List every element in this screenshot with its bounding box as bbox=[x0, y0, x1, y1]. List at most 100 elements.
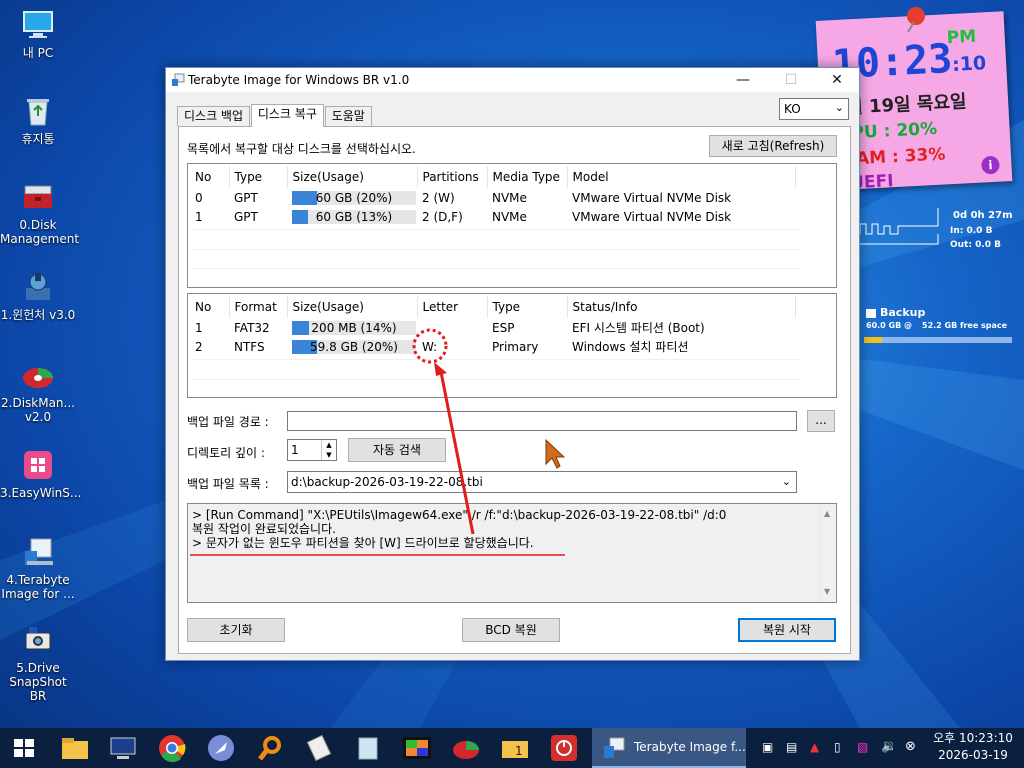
drive-icon bbox=[866, 309, 876, 318]
toolbox-icon bbox=[21, 180, 55, 214]
backup-list-select[interactable]: d:\backup-2026-03-19-22-08.tbi ⌄ bbox=[287, 471, 797, 493]
desktop-icon-label: 3.EasyWinS... bbox=[0, 486, 82, 500]
col-format[interactable]: Format bbox=[229, 296, 288, 318]
col-media[interactable]: Media Type bbox=[487, 166, 568, 188]
desktop-icon-terabyte[interactable]: 4.Terabyte Image for ... bbox=[0, 535, 76, 601]
depth-label: 디렉토리 깊이 : bbox=[187, 446, 265, 460]
desktop-icon-diskmanager[interactable]: 2.DiskMan... v2.0 bbox=[0, 358, 76, 424]
desktop-icon-easywinsetup[interactable]: 3.EasyWinS... bbox=[0, 448, 82, 500]
backup-path-label: 백업 파일 경로 : bbox=[187, 415, 269, 429]
cell: 59.8 GB (20%) bbox=[287, 337, 417, 356]
start-button[interactable] bbox=[4, 732, 44, 764]
folder-sync-icon[interactable]: 1 bbox=[495, 732, 535, 764]
desktop-icon-label: 0.Disk Management bbox=[0, 218, 80, 246]
lan-tray-icon[interactable]: ▤ bbox=[786, 740, 797, 754]
color-app-icon[interactable] bbox=[397, 732, 437, 764]
col-size[interactable]: Size(Usage) bbox=[287, 166, 418, 188]
windows-logo-icon bbox=[21, 448, 55, 482]
disk-list[interactable]: No Type Size(Usage) Partitions Media Typ… bbox=[187, 163, 837, 288]
cell: Primary bbox=[492, 339, 539, 354]
browse-button[interactable]: ... bbox=[807, 410, 835, 432]
desktop-icon-disk-management[interactable]: 0.Disk Management bbox=[0, 180, 80, 246]
col-no[interactable]: No bbox=[190, 166, 230, 188]
close-circle-icon[interactable]: ⊗ bbox=[905, 739, 916, 754]
col-no[interactable]: No bbox=[190, 296, 230, 318]
refresh-button[interactable]: 새로 고침(Refresh) bbox=[709, 135, 837, 157]
chrome-icon[interactable] bbox=[152, 732, 192, 764]
drive-usage-bar bbox=[864, 337, 1012, 343]
desktop-icon-label: 1.윈헌처 v3.0 bbox=[0, 308, 76, 322]
notepad-icon[interactable] bbox=[348, 732, 388, 764]
monitor-app-icon[interactable] bbox=[103, 732, 143, 764]
keyboard-tray-icon[interactable]: ▧ bbox=[857, 740, 868, 754]
table-row[interactable]: 1 FAT32 200 MB (14%) ESP EFI 시스템 파티션 (Bo… bbox=[190, 318, 795, 337]
rocket-icon[interactable] bbox=[201, 732, 241, 764]
scroll-up-icon[interactable]: ▲ bbox=[824, 507, 830, 521]
bcd-restore-button[interactable]: BCD 복원 bbox=[462, 618, 560, 642]
backup-path-input[interactable] bbox=[287, 411, 797, 431]
tab-disk-backup[interactable]: 디스크 백업 bbox=[177, 106, 251, 126]
col-type[interactable]: Type bbox=[487, 296, 568, 318]
table-row[interactable]: 1 GPT 60 GB (13%) 2 (D,F) NVMe VMware Vi… bbox=[190, 207, 795, 226]
power-icon[interactable] bbox=[544, 732, 584, 764]
tools-icon[interactable] bbox=[299, 732, 339, 764]
tab-disk-restore[interactable]: 디스크 복구 bbox=[250, 104, 324, 127]
col-status[interactable]: Status/Info bbox=[567, 296, 796, 318]
auto-search-button[interactable]: 자동 검색 bbox=[348, 438, 446, 462]
cell: 2 (D,F) bbox=[422, 209, 463, 224]
col-model[interactable]: Model bbox=[567, 166, 796, 188]
reset-button[interactable]: 초기화 bbox=[187, 618, 285, 642]
desktop-icon-launcher[interactable]: 1.윈헌처 v3.0 bbox=[0, 270, 76, 322]
col-size[interactable]: Size(Usage) bbox=[287, 296, 418, 318]
drive-label: Backup bbox=[880, 306, 926, 319]
desktop-icon-recycle-bin[interactable]: 휴지통 bbox=[0, 94, 76, 146]
launcher-icon bbox=[21, 270, 55, 304]
log-output[interactable]: > [Run Command] "X:\PEUtils\Imagew64.exe… bbox=[187, 503, 837, 603]
partition-list[interactable]: No Format Size(Usage) Letter Type Status… bbox=[187, 293, 837, 398]
cell: NVMe bbox=[492, 209, 527, 224]
desktop-icon-this-pc[interactable]: 내 PC bbox=[0, 8, 76, 60]
file-explorer-icon[interactable] bbox=[54, 732, 94, 764]
desktop-icon-drivesnapshot[interactable]: 5.Drive SnapShot BR bbox=[0, 623, 76, 703]
table-row[interactable]: 0 GPT 60 GB (20%) 2 (W) NVMe VMware Virt… bbox=[190, 188, 795, 207]
disk-table-header: No Type Size(Usage) Partitions Media Typ… bbox=[190, 166, 796, 188]
log-line: 복원 작업이 완료되었습니다. bbox=[192, 522, 336, 536]
spin-up-icon[interactable]: ▲ bbox=[321, 440, 336, 450]
search-icon[interactable] bbox=[250, 732, 290, 764]
usage-text: 200 MB (14%) bbox=[311, 320, 397, 335]
cell: GPT bbox=[234, 209, 258, 224]
taskbar-active-app[interactable]: Terabyte Image f... bbox=[592, 728, 746, 768]
tab-help[interactable]: 도움말 bbox=[324, 106, 372, 126]
taskbar-clock[interactable]: 오후 10:23:10 2026-03-19 bbox=[926, 730, 1020, 764]
language-select[interactable]: KO ⌄ bbox=[779, 98, 849, 120]
col-type[interactable]: Type bbox=[229, 166, 288, 188]
cell: 200 MB (14%) bbox=[287, 318, 417, 337]
log-line: > [Run Command] "X:\PEUtils\Imagew64.exe… bbox=[192, 508, 727, 522]
disk-manager-taskbar-icon[interactable] bbox=[446, 732, 486, 764]
log-scrollbar[interactable]: ▲ ▼ bbox=[819, 504, 836, 602]
drive-free: 52.2 GB free space bbox=[922, 321, 1008, 330]
snapshot-icon bbox=[21, 623, 55, 657]
depth-value: 1 bbox=[291, 443, 299, 457]
minimize-button[interactable]: — bbox=[720, 68, 766, 92]
volume-icon[interactable]: 🔉 bbox=[881, 739, 897, 754]
col-partitions[interactable]: Partitions bbox=[417, 166, 488, 188]
usb-tray-icon[interactable]: ▯ bbox=[834, 740, 841, 754]
clock-time: 오후 10:23:10 bbox=[933, 731, 1013, 745]
cell: Windows 설치 파티션 bbox=[572, 340, 689, 354]
maximize-button[interactable]: ☐ bbox=[768, 68, 814, 92]
net-in-text: In: 0.0 B bbox=[950, 226, 993, 236]
col-letter[interactable]: Letter bbox=[417, 296, 488, 318]
table-row[interactable]: 2 NTFS 59.8 GB (20%) W: Primary Windows … bbox=[190, 337, 795, 356]
close-button[interactable]: ✕ bbox=[814, 68, 860, 92]
info-icon[interactable]: i bbox=[981, 155, 1000, 175]
monitor-icon bbox=[21, 8, 55, 42]
network-tray-icon[interactable]: ▣ bbox=[762, 740, 773, 754]
title-bar[interactable]: Terabyte Image for Windows BR v1.0 — ☐ ✕ bbox=[166, 68, 859, 92]
start-restore-button[interactable]: 복원 시작 bbox=[738, 618, 836, 642]
tab-bar: 디스크 백업 디스크 복구 도움말 bbox=[177, 104, 372, 127]
red-tray-icon[interactable]: ▲ bbox=[810, 740, 819, 754]
scroll-down-icon[interactable]: ▼ bbox=[824, 585, 830, 599]
spin-down-icon[interactable]: ▼ bbox=[321, 450, 336, 460]
depth-stepper[interactable]: 1 ▲ ▼ bbox=[287, 439, 337, 461]
